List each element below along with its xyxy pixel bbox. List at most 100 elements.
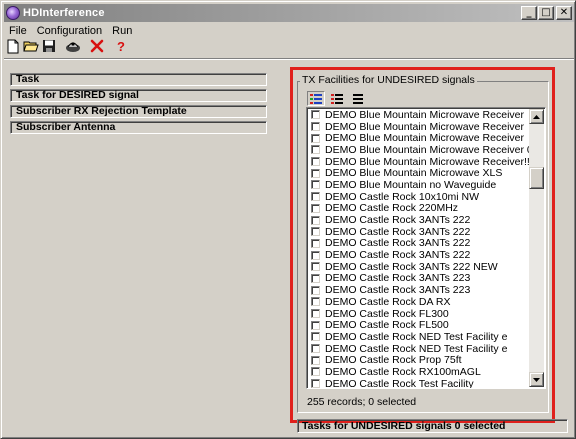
list-item[interactable]: DEMO Castle Rock DA RX: [309, 296, 531, 308]
select-all-icon[interactable]: [307, 91, 325, 106]
list-item[interactable]: DEMO Castle Rock 3ANTs 222: [309, 214, 531, 226]
arrow-up-icon: [533, 114, 540, 119]
item-checkbox[interactable]: [311, 192, 320, 202]
subscriber-antenna-field[interactable]: Subscriber Antenna: [10, 121, 267, 134]
item-checkbox[interactable]: [311, 332, 320, 342]
toolbar-separator: [4, 58, 574, 60]
close-button[interactable]: ✕: [556, 6, 572, 20]
window-title: HDInterference: [23, 7, 105, 19]
item-label: DEMO Blue Mountain Microwave Receiver: [325, 109, 524, 121]
list-item[interactable]: DEMO Castle Rock Test Facility: [309, 377, 531, 389]
list-item[interactable]: DEMO Blue Mountain Microwave Receiver 0X: [309, 144, 531, 156]
item-checkbox[interactable]: [311, 262, 320, 272]
item-checkbox[interactable]: [311, 379, 320, 388]
check-list-icon[interactable]: [328, 91, 346, 106]
list-item[interactable]: DEMO Castle Rock FL300: [309, 307, 531, 320]
item-checkbox[interactable]: [311, 157, 320, 167]
item-label: DEMO Castle Rock FL500: [325, 319, 449, 332]
new-document-icon[interactable]: [5, 38, 21, 54]
item-checkbox[interactable]: [311, 203, 320, 213]
list-item[interactable]: DEMO Castle Rock 220MHz: [309, 202, 531, 215]
item-checkbox[interactable]: [311, 227, 320, 237]
delete-x-icon[interactable]: [89, 38, 105, 54]
list-item[interactable]: DEMO Blue Mountain Microwave Receiver: [309, 109, 531, 121]
item-checkbox[interactable]: [311, 250, 320, 260]
item-label: DEMO Blue Mountain Microwave Receiver: [325, 132, 524, 145]
item-checkbox[interactable]: [311, 320, 320, 330]
item-label: DEMO Castle Rock 3ANTs 222: [325, 214, 471, 226]
vertical-scrollbar[interactable]: [529, 109, 544, 387]
list-item[interactable]: DEMO Castle Rock RX100mAGL: [309, 366, 531, 378]
list-item[interactable]: DEMO Castle Rock FL500: [309, 319, 531, 331]
list-item[interactable]: DEMO Blue Mountain no Waveguide: [309, 179, 531, 191]
item-label: DEMO Castle Rock 3ANTs 223: [325, 272, 471, 285]
list-item[interactable]: DEMO Castle Rock 3ANTs 223: [309, 284, 531, 296]
item-checkbox[interactable]: [311, 122, 320, 132]
item-label: DEMO Castle Rock 10x10mi NW: [325, 190, 480, 203]
list-item[interactable]: DEMO Castle Rock 3ANTs 223: [309, 272, 531, 285]
item-label: DEMO Castle Rock 220MHz: [325, 202, 459, 215]
item-checkbox[interactable]: [311, 110, 320, 120]
item-label: DEMO Castle Rock FL300: [325, 307, 449, 320]
list-item[interactable]: DEMO Castle Rock 3ANTs 222 NEW: [309, 261, 531, 273]
item-checkbox[interactable]: [311, 180, 320, 190]
list-item[interactable]: DEMO Blue Mountain Microwave Receiver!!!: [309, 156, 531, 167]
list-item[interactable]: DEMO Blue Mountain Microwave Receiver: [309, 132, 531, 144]
item-checkbox[interactable]: [311, 309, 320, 319]
app-window: HDInterference _ □ ✕ File Configuration …: [0, 0, 576, 439]
list-item[interactable]: DEMO Blue Mountain Microwave XLS: [309, 167, 531, 179]
open-folder-icon[interactable]: [23, 38, 39, 54]
item-label: DEMO Blue Mountain Microwave Receiver 0X: [325, 144, 531, 156]
item-checkbox[interactable]: [311, 238, 320, 248]
item-label: DEMO Castle Rock Test Facility: [325, 377, 474, 389]
list-item[interactable]: DEMO Castle Rock 3ANTs 222: [309, 249, 531, 261]
item-checkbox[interactable]: [311, 215, 320, 225]
item-checkbox[interactable]: [311, 297, 320, 307]
list-toolbar: [307, 91, 370, 106]
svg-text:?: ?: [117, 39, 125, 53]
list-item[interactable]: DEMO Castle Rock 3ANTs 222: [309, 237, 531, 250]
item-checkbox[interactable]: [311, 273, 320, 283]
item-checkbox[interactable]: [311, 168, 320, 178]
item-checkbox[interactable]: [311, 355, 320, 365]
item-checkbox[interactable]: [311, 367, 320, 377]
list-item[interactable]: DEMO Blue Mountain Microwave Receiver: [309, 120, 531, 133]
scroll-up-button[interactable]: [529, 109, 544, 124]
task-detail-area: [10, 136, 267, 420]
list-item[interactable]: DEMO Castle Rock NED Test Facility e: [309, 331, 531, 343]
scroll-thumb[interactable]: [529, 167, 544, 189]
scroll-down-button[interactable]: [529, 372, 544, 387]
minimize-button[interactable]: _: [521, 6, 537, 20]
item-label: DEMO Blue Mountain Microwave Receiver: [325, 120, 524, 133]
task-desired-signal-field[interactable]: Task for DESIRED signal: [10, 89, 267, 102]
undesired-tasks-bar[interactable]: Tasks for UNDESIRED signals 0 selected: [297, 419, 568, 433]
item-label: DEMO Castle Rock 3ANTs 222: [325, 237, 471, 250]
run-wizard-icon[interactable]: [65, 38, 81, 54]
list-items: DEMO Blue Mountain Microwave Receiver DEM…: [309, 109, 531, 389]
list-item[interactable]: DEMO Castle Rock 3ANTs 222: [309, 226, 531, 238]
task-panel: Task Task for DESIRED signal Subscriber …: [10, 73, 267, 137]
item-checkbox[interactable]: [311, 145, 320, 155]
list-item[interactable]: DEMO Castle Rock 10x10mi NW: [309, 191, 531, 203]
maximize-button[interactable]: □: [538, 6, 554, 20]
item-checkbox[interactable]: [311, 133, 320, 143]
item-label: DEMO Castle Rock 3ANTs 222: [325, 249, 471, 261]
menu-file[interactable]: File: [4, 25, 32, 37]
menu-configuration[interactable]: Configuration: [32, 25, 107, 37]
menu-run[interactable]: Run: [107, 25, 137, 37]
list-item[interactable]: DEMO Castle Rock Prop 75ft: [309, 354, 531, 366]
item-checkbox[interactable]: [311, 285, 320, 295]
item-label: DEMO Castle Rock 3ANTs 222: [325, 225, 471, 238]
list-item[interactable]: DEMO Castle Rock NED Test Facility e: [309, 342, 531, 355]
task-field[interactable]: Task: [10, 73, 267, 86]
uncheck-list-icon[interactable]: [349, 91, 367, 106]
help-icon[interactable]: ?: [113, 38, 129, 54]
item-label: DEMO Castle Rock NED Test Facility e: [325, 342, 508, 355]
tx-facilities-title: TX Facilities for UNDESIRED signals: [300, 74, 477, 86]
save-disk-icon[interactable]: [41, 38, 57, 54]
tx-facilities-list[interactable]: DEMO Blue Mountain Microwave Receiver DEM…: [306, 107, 546, 389]
item-checkbox[interactable]: [311, 344, 320, 354]
item-label: DEMO Castle Rock DA RX: [325, 296, 451, 308]
title-bar[interactable]: HDInterference _ □ ✕: [4, 4, 574, 22]
subscriber-rx-rejection-template-field[interactable]: Subscriber RX Rejection Template: [10, 105, 267, 118]
